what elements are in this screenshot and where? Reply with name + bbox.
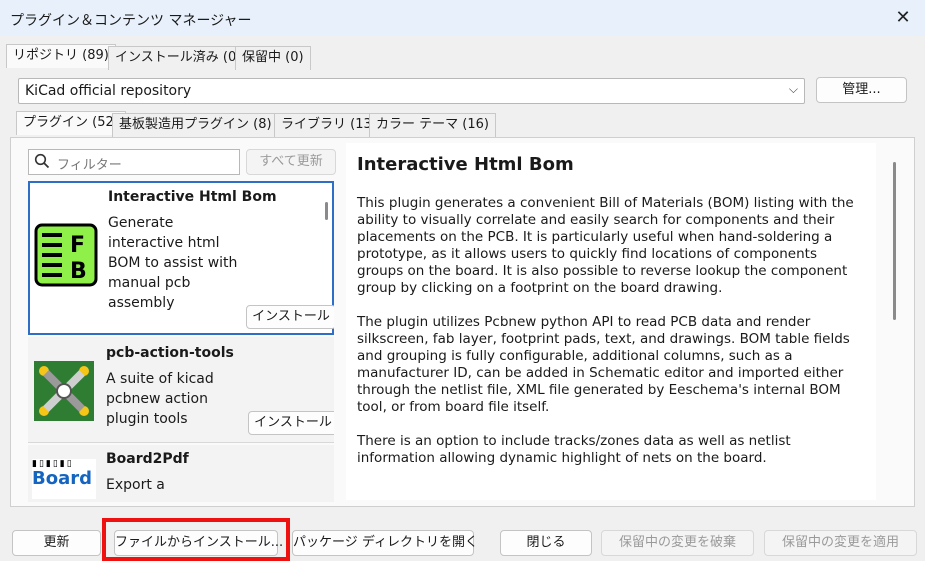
detail-paragraph: There is an option to include tracks/zon… (357, 433, 791, 466)
package-detail: Interactive Html Bom This plugin generat… (346, 143, 876, 500)
svg-text:F: F (70, 233, 85, 258)
package-description: Export a (106, 477, 165, 493)
package-name: pcb-action-tools (106, 345, 234, 361)
install-button[interactable]: インストール (248, 411, 334, 435)
update-all-button[interactable]: すべて更新 (246, 149, 336, 175)
highlight-box (102, 518, 290, 561)
package-description: Generate interactive html BOM to assist … (108, 215, 238, 311)
interactive-html-bom-logo: F B (34, 223, 98, 287)
tab-plugins[interactable]: プラグイン (52) (16, 111, 126, 135)
repository-value: KiCad official repository (25, 83, 192, 99)
apply-pending-button[interactable]: 保留中の変更を適用 (764, 530, 917, 556)
filter-placeholder: フィルター (57, 158, 122, 173)
pcb-action-tools-logo (34, 361, 94, 421)
package-description: A suite of kicad pcbnew action plugin to… (106, 371, 214, 427)
tab-repository[interactable]: リポジトリ (89) (6, 44, 116, 68)
open-package-directory-button[interactable]: パッケージ ディレクトリを開く (292, 530, 478, 556)
repository-select[interactable]: KiCad official repository ⌵ (18, 78, 805, 104)
manage-button[interactable]: 管理... (816, 77, 907, 103)
package-list-scrollbar[interactable] (325, 202, 328, 220)
close-button[interactable]: 閉じる (500, 530, 592, 556)
package-name: Board2Pdf (106, 451, 189, 467)
window-title: プラグイン＆コンテンツ マネージャー (10, 13, 252, 29)
search-icon (34, 153, 50, 169)
package-name: Interactive Html Bom (108, 189, 277, 205)
detail-scrollbar[interactable] (893, 162, 896, 320)
tab-fabrication-plugins[interactable]: 基板製造用プラグイン (8) (112, 113, 279, 137)
detail-paragraph: The plugin utilizes Pcbnew python API to… (357, 314, 850, 415)
update-button[interactable]: 更新 (12, 530, 101, 556)
package-item-pcb-action-tools[interactable]: pcb-action-tools A suite of kicad pcbnew… (28, 337, 334, 443)
filter-input[interactable]: フィルター (28, 149, 240, 175)
detail-paragraph: This plugin generates a convenient Bill … (357, 195, 854, 296)
svg-text:B: B (70, 259, 87, 284)
tab-pending[interactable]: 保留中 (0) (235, 46, 311, 70)
discard-pending-button[interactable]: 保留中の変更を破棄 (601, 530, 754, 556)
tab-libraries[interactable]: ライブラリ (13) (274, 113, 384, 137)
install-button[interactable]: インストール (246, 305, 334, 329)
board2pdf-logo: ▮▯▮▯▮▯ Board (32, 459, 96, 499)
chevron-down-icon: ⌵ (788, 82, 798, 96)
close-icon[interactable]: ✕ (891, 6, 915, 30)
detail-title: Interactive Html Bom (357, 154, 574, 175)
tab-installed[interactable]: インストール済み (0) (108, 46, 249, 70)
package-item-board2pdf[interactable]: ▮▯▮▯▮▯ Board Board2Pdf Export a (28, 445, 334, 502)
package-item-interactive-html-bom[interactable]: F B Interactive Html Bom Generate intera… (28, 181, 334, 335)
title-bar: プラグイン＆コンテンツ マネージャー ✕ (0, 0, 925, 36)
package-list[interactable]: F B Interactive Html Bom Generate intera… (28, 181, 334, 502)
tab-color-themes[interactable]: カラー テーマ (16) (369, 113, 496, 137)
